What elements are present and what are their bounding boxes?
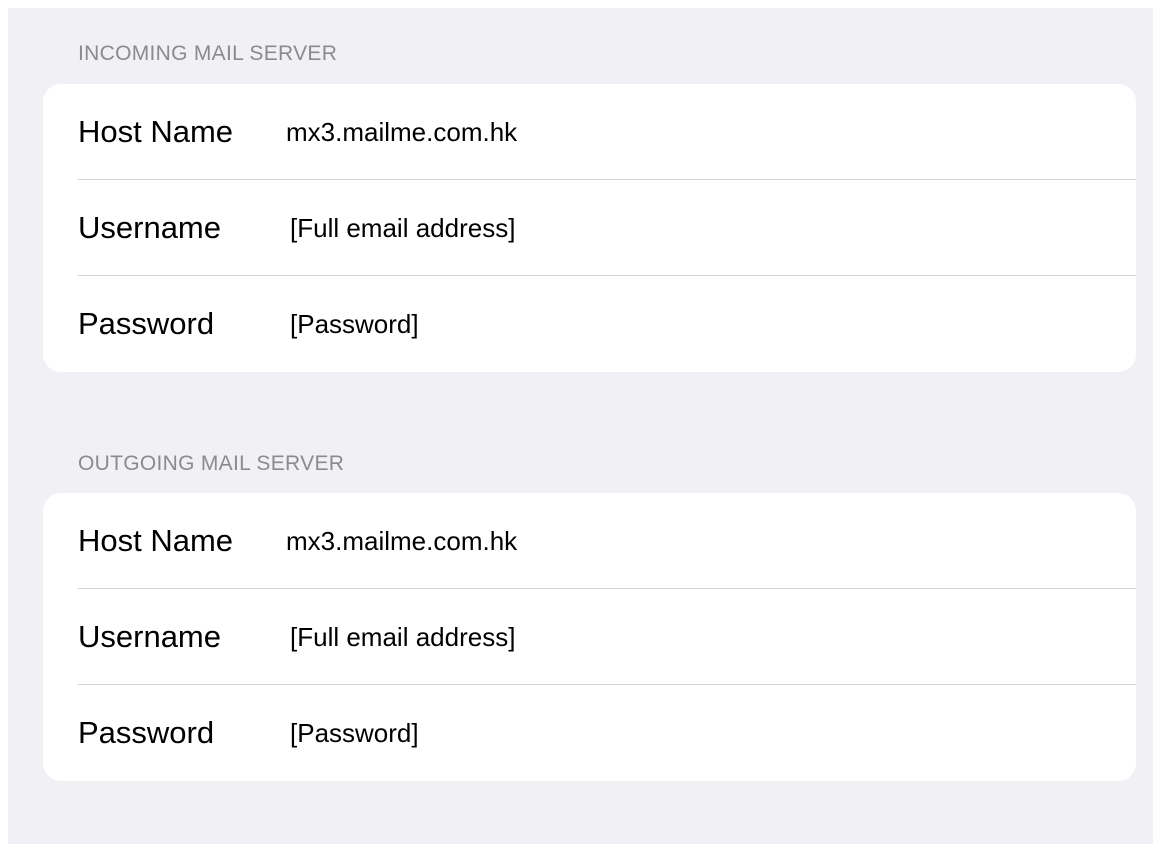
incoming-mail-server-header: INCOMING MAIL SERVER bbox=[78, 42, 338, 65]
incoming-mail-server-group: Host Name mx3.mailme.com.hk Username [Fu… bbox=[43, 84, 1136, 372]
mail-server-settings-screen: INCOMING MAIL SERVER Host Name mx3.mailm… bbox=[8, 8, 1153, 844]
incoming-host-name-field[interactable]: mx3.mailme.com.hk bbox=[286, 84, 517, 180]
outgoing-host-name-field[interactable]: mx3.mailme.com.hk bbox=[286, 493, 517, 589]
outgoing-host-name-row[interactable]: Host Name mx3.mailme.com.hk bbox=[43, 493, 1136, 589]
incoming-password-field[interactable]: [Password] bbox=[290, 276, 419, 372]
incoming-password-label: Password bbox=[78, 306, 215, 341]
incoming-username-field[interactable]: [Full email address] bbox=[290, 180, 515, 276]
incoming-host-name-label: Host Name bbox=[78, 114, 234, 149]
outgoing-username-field[interactable]: [Full email address] bbox=[290, 589, 515, 685]
outgoing-mail-server-group: Host Name mx3.mailme.com.hk Username [Fu… bbox=[43, 493, 1136, 781]
incoming-username-label: Username bbox=[78, 210, 221, 245]
incoming-password-row[interactable]: Password [Password] bbox=[43, 276, 1136, 372]
outgoing-username-row[interactable]: Username [Full email address] bbox=[43, 589, 1136, 685]
incoming-username-row[interactable]: Username [Full email address] bbox=[43, 180, 1136, 276]
outgoing-host-name-label: Host Name bbox=[78, 523, 234, 558]
outgoing-password-label: Password bbox=[78, 715, 215, 750]
outgoing-password-row[interactable]: Password [Password] bbox=[43, 685, 1136, 781]
incoming-host-name-row[interactable]: Host Name mx3.mailme.com.hk bbox=[43, 84, 1136, 180]
outgoing-password-field[interactable]: [Password] bbox=[290, 685, 419, 781]
outgoing-username-label: Username bbox=[78, 619, 221, 654]
outgoing-mail-server-header: OUTGOING MAIL SERVER bbox=[78, 452, 345, 475]
